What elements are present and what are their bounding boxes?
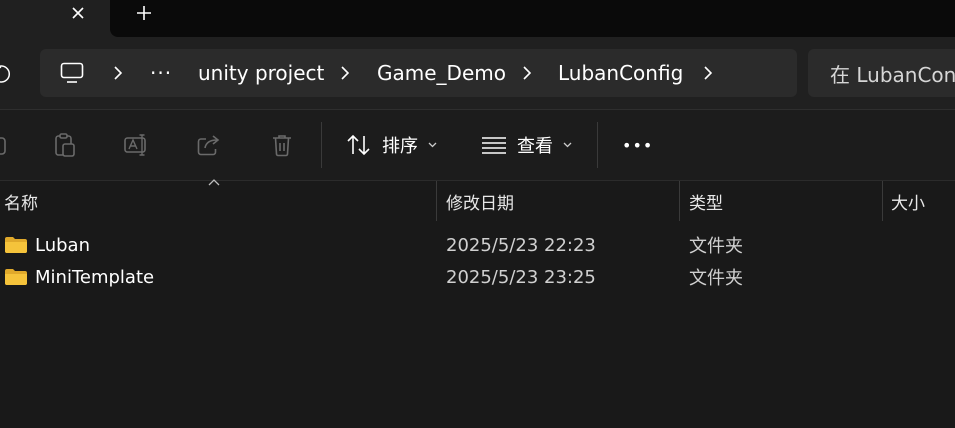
tab-strip-empty xyxy=(110,0,955,37)
this-pc-button[interactable] xyxy=(60,49,84,97)
column-header-name[interactable]: 名称 xyxy=(4,181,38,221)
sort-ascending-icon xyxy=(208,179,220,186)
share-button[interactable] xyxy=(194,130,224,160)
view-button[interactable]: 查看 xyxy=(481,126,572,164)
rename-icon xyxy=(124,134,146,156)
column-divider[interactable] xyxy=(882,181,883,221)
sort-icon xyxy=(347,134,370,156)
tab-close-button[interactable] xyxy=(62,0,94,26)
title-bar xyxy=(0,0,955,37)
column-header-size[interactable]: 大小 xyxy=(891,181,925,221)
search-placeholder: 在 LubanConfig 中搜索 xyxy=(830,62,955,87)
file-name: MiniTemplate xyxy=(35,266,155,288)
chevron-down-icon xyxy=(428,142,437,148)
monitor-icon xyxy=(60,62,84,83)
sort-label: 排序 xyxy=(382,136,418,157)
refresh-button[interactable] xyxy=(0,62,10,86)
folder-icon xyxy=(5,269,27,285)
file-name: Luban xyxy=(35,234,90,256)
toolbar-separator xyxy=(321,122,322,168)
refresh-icon xyxy=(0,65,10,83)
column-header-row: 名称 修改日期 类型 大小 xyxy=(0,179,955,221)
copy-button[interactable] xyxy=(0,130,14,160)
file-row[interactable]: Luban 2025/5/23 22:23 文件夹 xyxy=(0,229,955,261)
breadcrumb[interactable]: ··· unity project Game_Demo LubanConfig xyxy=(40,49,797,97)
command-bar: 排序 查看 ••• xyxy=(0,110,955,180)
breadcrumb-item-unity-project[interactable]: unity project xyxy=(198,49,324,97)
column-divider[interactable] xyxy=(679,181,680,221)
chevron-down-icon xyxy=(563,142,572,148)
breadcrumb-overflow-button[interactable]: ··· xyxy=(150,49,172,97)
toolbar-separator xyxy=(597,122,598,168)
column-header-type[interactable]: 类型 xyxy=(689,181,723,221)
search-input[interactable]: 在 LubanConfig 中搜索 xyxy=(808,49,955,97)
sort-button[interactable]: 排序 xyxy=(346,126,437,164)
rename-button[interactable] xyxy=(122,130,152,160)
plus-icon xyxy=(137,6,151,20)
delete-button[interactable] xyxy=(267,130,297,160)
copy-icon xyxy=(0,137,6,155)
view-list-icon xyxy=(482,137,506,154)
close-icon xyxy=(72,7,84,19)
column-divider[interactable] xyxy=(436,181,437,221)
file-row[interactable]: MiniTemplate 2025/5/23 23:25 文件夹 xyxy=(0,261,955,293)
more-options-button[interactable]: ••• xyxy=(622,126,653,164)
file-modified-date: 2025/5/23 22:23 xyxy=(446,234,596,256)
chevron-right-icon[interactable] xyxy=(111,49,125,97)
breadcrumb-item-lubanconfig[interactable]: LubanConfig xyxy=(558,49,683,97)
chevron-right-icon[interactable] xyxy=(701,49,715,97)
trash-icon xyxy=(273,135,291,157)
view-label: 查看 xyxy=(517,136,553,157)
column-header-date[interactable]: 修改日期 xyxy=(446,181,514,221)
file-modified-date: 2025/5/23 23:25 xyxy=(446,266,596,288)
breadcrumb-item-game-demo[interactable]: Game_Demo xyxy=(377,49,506,97)
folder-icon xyxy=(5,237,27,253)
chevron-right-icon[interactable] xyxy=(520,49,534,97)
clipboard-icon xyxy=(55,133,75,157)
new-tab-button[interactable] xyxy=(128,0,160,26)
file-type: 文件夹 xyxy=(689,236,743,257)
paste-button[interactable] xyxy=(50,130,80,160)
file-type: 文件夹 xyxy=(689,268,743,289)
address-row: ··· unity project Game_Demo LubanConfig … xyxy=(0,37,955,109)
chevron-right-icon[interactable] xyxy=(338,49,352,97)
share-icon xyxy=(197,135,220,156)
